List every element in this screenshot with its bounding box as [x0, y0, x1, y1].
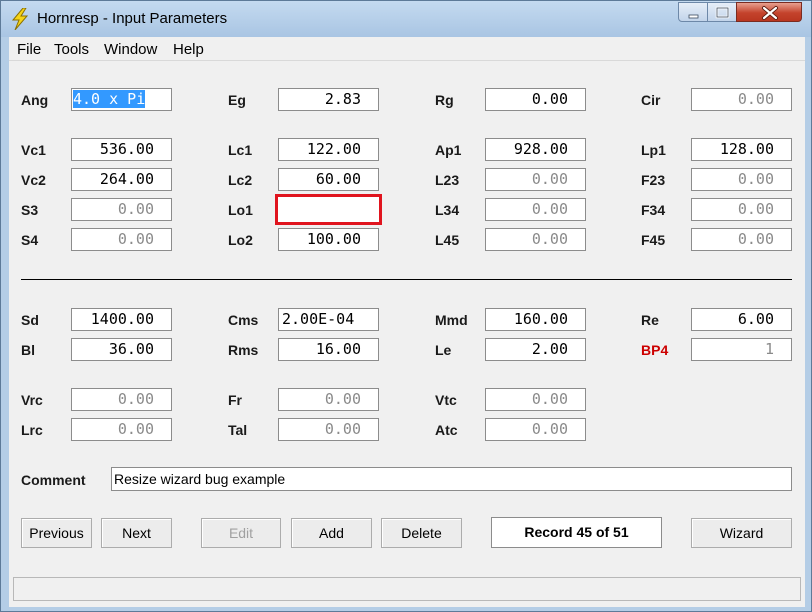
label-l45: L45 — [435, 232, 460, 248]
label-vrc: Vrc — [21, 392, 43, 408]
rms-field[interactable]: 16.00 — [278, 338, 379, 361]
label-vc2: Vc2 — [21, 172, 46, 188]
l23-field[interactable]: 0.00 — [485, 168, 586, 191]
menu-window[interactable]: Window — [104, 41, 157, 58]
re-field[interactable]: 6.00 — [691, 308, 792, 331]
label-rg: Rg — [435, 92, 454, 108]
label-f34: F34 — [641, 202, 666, 218]
record-indicator: Record 45 of 51 — [491, 517, 662, 548]
label-lo1: Lo1 — [228, 202, 253, 218]
hornresp-window: Hornresp - Input Parameters File Tools W… — [0, 0, 812, 612]
maximize-button[interactable] — [707, 2, 737, 22]
cir-field[interactable]: 0.00 — [691, 88, 792, 111]
lrc-field[interactable]: 0.00 — [71, 418, 172, 441]
minimize-button[interactable] — [678, 2, 708, 22]
lo2-field[interactable]: 100.00 — [278, 228, 379, 251]
l34-field[interactable]: 0.00 — [485, 198, 586, 221]
vc2-field[interactable]: 264.00 — [71, 168, 172, 191]
eg-field[interactable]: 2.83 — [278, 88, 379, 111]
label-vtc: Vtc — [435, 392, 457, 408]
previous-button[interactable]: Previous — [21, 518, 92, 548]
label-lp1: Lp1 — [641, 142, 666, 158]
label-cir: Cir — [641, 92, 661, 108]
menu-tools[interactable]: Tools — [54, 41, 89, 58]
label-tal: Tal — [228, 422, 248, 438]
label-ang: Ang — [21, 92, 49, 108]
vrc-field[interactable]: 0.00 — [71, 388, 172, 411]
label-le: Le — [435, 342, 452, 358]
title-bar[interactable]: Hornresp - Input Parameters — [1, 1, 811, 37]
label-rms: Rms — [228, 342, 259, 358]
label-mmd: Mmd — [435, 312, 468, 328]
window-title: Hornresp - Input Parameters — [37, 10, 228, 27]
label-lrc: Lrc — [21, 422, 43, 438]
vtc-field[interactable]: 0.00 — [485, 388, 586, 411]
menu-help[interactable]: Help — [173, 41, 204, 58]
label-re: Re — [641, 312, 659, 328]
tal-field[interactable]: 0.00 — [278, 418, 379, 441]
label-bp4[interactable]: BP4 — [641, 342, 668, 358]
vc1-field[interactable]: 536.00 — [71, 138, 172, 161]
edit-button[interactable]: Edit — [201, 518, 281, 548]
label-lc1: Lc1 — [228, 142, 253, 158]
label-lc2: Lc2 — [228, 172, 253, 188]
input-parameters-panel: Ang 4.0 x Pi Eg 2.83 Rg 0.00 Cir 0.00 Vc… — [9, 61, 805, 607]
wizard-button[interactable]: Wizard — [691, 518, 792, 548]
rg-field[interactable]: 0.00 — [485, 88, 586, 111]
next-button[interactable]: Next — [101, 518, 172, 548]
maximize-icon — [715, 6, 730, 19]
label-l34: L34 — [435, 202, 460, 218]
fr-field[interactable]: 0.00 — [278, 388, 379, 411]
label-s3: S3 — [21, 202, 39, 218]
menu-bar: File Tools Window Help — [9, 37, 805, 61]
section-divider — [21, 279, 792, 280]
le-field[interactable]: 2.00 — [485, 338, 586, 361]
label-fr: Fr — [228, 392, 242, 408]
f23-field[interactable]: 0.00 — [691, 168, 792, 191]
comment-field[interactable]: Resize wizard bug example — [111, 467, 792, 491]
label-sd: Sd — [21, 312, 39, 328]
bl-field[interactable]: 36.00 — [71, 338, 172, 361]
lc1-field[interactable]: 122.00 — [278, 138, 379, 161]
cms-field[interactable]: 2.00E-04 — [278, 308, 379, 331]
close-button[interactable] — [736, 2, 802, 22]
delete-button[interactable]: Delete — [381, 518, 462, 548]
close-icon — [762, 6, 778, 20]
label-f45: F45 — [641, 232, 666, 248]
label-s4: S4 — [21, 232, 39, 248]
lp1-field[interactable]: 128.00 — [691, 138, 792, 161]
label-cms: Cms — [228, 312, 259, 328]
lc2-field[interactable]: 60.00 — [278, 168, 379, 191]
status-bar — [13, 577, 801, 601]
add-button[interactable]: Add — [291, 518, 372, 548]
f45-field[interactable]: 0.00 — [691, 228, 792, 251]
menu-file[interactable]: File — [17, 41, 41, 58]
sd-field[interactable]: 1400.00 — [71, 308, 172, 331]
s3-field[interactable]: 0.00 — [71, 198, 172, 221]
label-atc: Atc — [435, 422, 458, 438]
ang-selected-text: 4.0 x Pi — [73, 90, 146, 108]
label-f23: F23 — [641, 172, 666, 188]
atc-field[interactable]: 0.00 — [485, 418, 586, 441]
lightning-bolt-icon — [11, 8, 29, 30]
s4-field[interactable]: 0.00 — [71, 228, 172, 251]
label-l23: L23 — [435, 172, 460, 188]
l45-field[interactable]: 0.00 — [485, 228, 586, 251]
lo1-field-highlighted[interactable] — [275, 194, 382, 225]
mmd-field[interactable]: 160.00 — [485, 308, 586, 331]
label-eg: Eg — [228, 92, 246, 108]
bp4-field[interactable]: 1 — [691, 338, 792, 361]
label-lo2: Lo2 — [228, 232, 253, 248]
label-vc1: Vc1 — [21, 142, 46, 158]
ang-field[interactable]: 4.0 x Pi — [71, 88, 172, 111]
ap1-field[interactable]: 928.00 — [485, 138, 586, 161]
minimize-icon — [688, 14, 699, 19]
label-bl: Bl — [21, 342, 35, 358]
label-ap1: Ap1 — [435, 142, 462, 158]
f34-field[interactable]: 0.00 — [691, 198, 792, 221]
label-comment: Comment — [21, 472, 86, 488]
